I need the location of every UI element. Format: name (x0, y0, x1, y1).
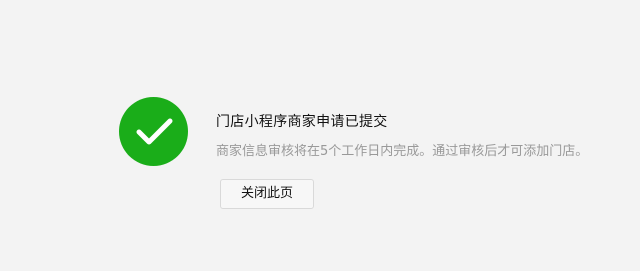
success-check-icon (119, 97, 188, 166)
checkmark-icon (136, 118, 173, 145)
close-page-button[interactable]: 关闭此页 (220, 179, 314, 209)
result-title: 门店小程序商家申请已提交 (216, 114, 388, 130)
result-description: 商家信息审核将在5个工作日内完成。通过审核后才可添加门店。 (216, 144, 589, 159)
